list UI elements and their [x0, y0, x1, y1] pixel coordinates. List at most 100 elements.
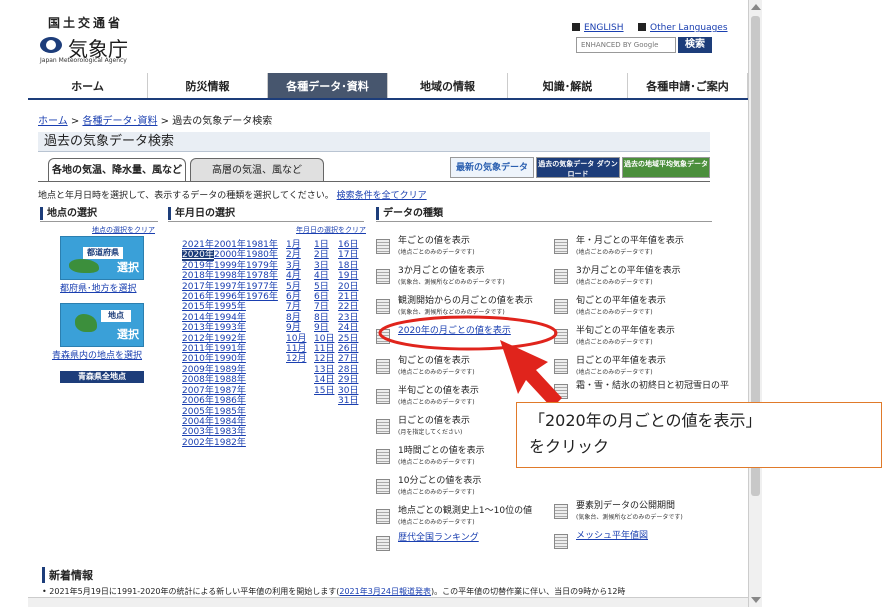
date-option[interactable]: 2020年: [182, 250, 214, 261]
date-option[interactable]: 22日: [338, 302, 358, 312]
nav-applications[interactable]: 各種申請･ご案内: [628, 73, 748, 98]
date-option[interactable]: 2004年: [182, 417, 214, 427]
date-option[interactable]: 27日: [338, 354, 358, 364]
date-option[interactable]: 9月: [286, 323, 306, 333]
date-option[interactable]: 2014年: [182, 313, 214, 323]
date-option[interactable]: 5月: [286, 282, 306, 292]
date-option[interactable]: 1990年: [214, 354, 246, 364]
date-option[interactable]: 2001年: [214, 240, 246, 250]
date-option[interactable]: 30日: [338, 386, 358, 396]
date-option[interactable]: 11月: [286, 344, 306, 354]
date-option[interactable]: 20日: [338, 282, 358, 292]
nav-knowledge[interactable]: 知識･解説: [508, 73, 628, 98]
date-option[interactable]: 25日: [338, 334, 358, 344]
date-option[interactable]: 2010年: [182, 354, 214, 364]
date-option[interactable]: 2月: [286, 250, 306, 260]
breadcrumb-home[interactable]: ホーム: [38, 116, 68, 127]
prefecture-map-button[interactable]: 都道府県 選択: [60, 236, 144, 280]
date-option[interactable]: 29日: [338, 375, 358, 385]
date-option[interactable]: 3月: [286, 261, 306, 271]
english-link-wrap[interactable]: ENGLISH: [572, 22, 624, 33]
date-option[interactable]: 2018年: [182, 271, 214, 281]
date-option[interactable]: 1992年: [214, 334, 246, 344]
date-option[interactable]: 2003年: [182, 427, 214, 437]
date-option[interactable]: 21日: [338, 292, 358, 302]
other-lang-wrap[interactable]: Other Languages: [638, 22, 728, 33]
date-option[interactable]: 1995年: [214, 302, 246, 312]
banner-latest[interactable]: 最新の気象データ: [450, 157, 534, 178]
date-option[interactable]: 28日: [338, 365, 358, 375]
datatype-option-label[interactable]: 3か月ごとの値を表示: [398, 266, 505, 277]
date-option[interactable]: 2015年: [182, 302, 214, 312]
date-option[interactable]: 8日: [314, 313, 334, 323]
date-option[interactable]: 6日: [314, 292, 334, 302]
date-option[interactable]: 2日: [314, 250, 334, 260]
date-option[interactable]: 14日: [314, 375, 334, 385]
datatype-option-label[interactable]: 日ごとの平年値を表示: [576, 356, 666, 367]
date-option[interactable]: 2006年: [182, 396, 214, 406]
date-option[interactable]: 17日: [338, 250, 358, 260]
date-option[interactable]: 2012年: [182, 334, 214, 344]
clear-all-link[interactable]: 検索条件を全てクリア: [337, 191, 427, 201]
date-option[interactable]: 13日: [314, 365, 334, 375]
date-option[interactable]: 26日: [338, 344, 358, 354]
date-option[interactable]: 6月: [286, 292, 306, 302]
date-option[interactable]: 1月: [286, 240, 306, 250]
tab-upper-air[interactable]: 高層の気温、風など: [190, 158, 324, 182]
scroll-down-icon[interactable]: [751, 597, 761, 603]
date-option[interactable]: 4月: [286, 271, 306, 281]
date-option[interactable]: 10月: [286, 334, 306, 344]
date-option[interactable]: 31日: [338, 396, 358, 406]
date-option[interactable]: 11日: [314, 344, 334, 354]
banner-download[interactable]: 過去の気象データ ダウンロード: [536, 157, 620, 178]
datatype-option-label[interactable]: 観測開始からの月ごとの値を表示: [398, 296, 533, 307]
date-option[interactable]: 2002年: [182, 438, 214, 448]
nav-disaster[interactable]: 防災情報: [148, 73, 268, 98]
datatype-option-label[interactable]: 年・月ごとの平年値を表示: [576, 236, 684, 247]
datatype-option-label[interactable]: 1時間ごとの値を表示: [398, 446, 485, 457]
date-option[interactable]: 1988年: [214, 375, 246, 385]
other-languages-link[interactable]: Other Languages: [650, 23, 728, 33]
date-option[interactable]: 10日: [314, 334, 334, 344]
date-option[interactable]: 8月: [286, 313, 306, 323]
date-option[interactable]: 16日: [338, 240, 358, 250]
date-option[interactable]: 1996年: [214, 292, 246, 302]
datatype-option-label[interactable]: 要素別データの公開期間: [576, 501, 683, 512]
date-option[interactable]: 1985年: [214, 407, 246, 417]
date-option[interactable]: 1987年: [214, 386, 246, 396]
date-option[interactable]: 1991年: [214, 344, 246, 354]
date-option[interactable]: 1978年: [246, 271, 278, 281]
date-option[interactable]: 12月: [286, 354, 306, 364]
date-option[interactable]: 24日: [338, 323, 358, 333]
date-option[interactable]: 2009年: [182, 365, 214, 375]
date-option[interactable]: 2000年: [214, 250, 246, 260]
date-option[interactable]: 4日: [314, 271, 334, 281]
point-map-button[interactable]: 地点 選択: [60, 303, 144, 347]
date-option[interactable]: 12日: [314, 354, 334, 364]
date-option[interactable]: 2019年: [182, 261, 214, 271]
datatype-option-label[interactable]: メッシュ平年値図: [576, 531, 648, 542]
date-option[interactable]: 1983年: [214, 427, 246, 437]
date-option[interactable]: 2008年: [182, 375, 214, 385]
banner-regional-avg[interactable]: 過去の地域平均気象データ: [622, 157, 710, 178]
date-clear-link[interactable]: 年月日の選択をクリア: [296, 225, 366, 235]
vertical-scrollbar[interactable]: [748, 0, 762, 607]
datatype-option-label[interactable]: 10分ごとの値を表示: [398, 476, 481, 487]
date-option[interactable]: 3日: [314, 261, 334, 271]
date-option[interactable]: 2011年: [182, 344, 214, 354]
date-option[interactable]: 1979年: [246, 261, 278, 271]
tab-surface[interactable]: 各地の気温、降水量、風など: [48, 158, 186, 182]
date-option[interactable]: 1993年: [214, 323, 246, 333]
location-clear-link[interactable]: 地点の選択をクリア: [92, 225, 155, 235]
nav-home[interactable]: ホーム: [28, 73, 148, 98]
date-option[interactable]: 1997年: [214, 282, 246, 292]
date-option[interactable]: 1994年: [214, 313, 246, 323]
datatype-option-label[interactable]: 日ごとの値を表示: [398, 416, 470, 427]
breadcrumb-section[interactable]: 各種データ･資料: [82, 116, 157, 127]
datatype-option-label[interactable]: 歴代全国ランキング: [398, 533, 479, 544]
horizontal-scrollbar[interactable]: [28, 597, 748, 607]
date-option[interactable]: 5日: [314, 282, 334, 292]
search-button[interactable]: 検索: [678, 37, 712, 53]
date-option[interactable]: 2005年: [182, 407, 214, 417]
prefecture-select-link[interactable]: 都府県･地方を選択: [60, 281, 137, 294]
